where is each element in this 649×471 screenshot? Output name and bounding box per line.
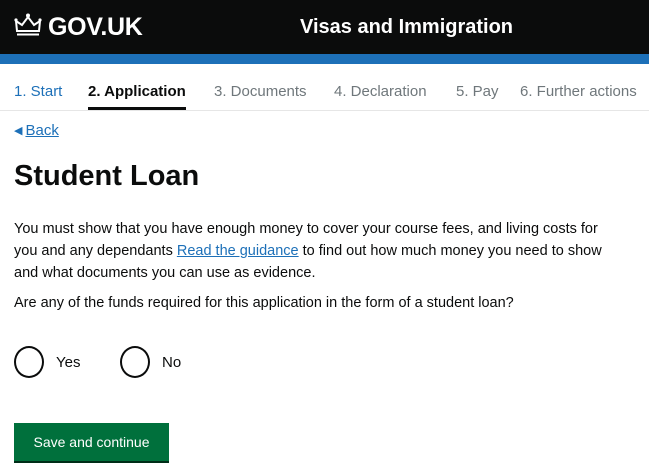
radio-circle-yes[interactable] [14,346,44,378]
service-name[interactable]: Visas and Immigration [300,16,513,39]
step-pay: 5. Pay [456,83,499,100]
progress-steps: 1. Start 2. Application 3. Documents 4. … [0,80,649,111]
accent-band [0,54,649,64]
back-label: Back [25,122,59,139]
logo-text: GOV.UK [48,12,143,41]
header-bar: GOV.UK Visas and Immigration [0,0,649,54]
radio-yes[interactable]: Yes [14,346,80,378]
intro-text: You must show that you have enough money… [14,218,614,284]
radio-no[interactable]: No [120,346,181,378]
triangle-left-icon: ◀ [14,125,23,137]
crown-icon [14,13,42,42]
step-further-actions: 6. Further actions [520,83,637,100]
guidance-link[interactable]: Read the guidance [177,243,299,259]
question-text: Are any of the funds required for this a… [14,295,514,311]
step-documents: 3. Documents [214,83,307,100]
radio-circle-no[interactable] [120,346,150,378]
step-start[interactable]: 1. Start [14,83,62,100]
radio-label-yes: Yes [56,353,81,371]
step-declaration: 4. Declaration [334,83,427,100]
save-and-continue-button[interactable]: Save and continue [14,423,169,461]
back-link[interactable]: ◀ Back [14,122,59,139]
govuk-logo[interactable]: GOV.UK [14,12,143,42]
page-title: Student Loan [14,160,200,192]
radio-label-no: No [162,353,182,371]
step-application: 2. Application [88,83,186,110]
